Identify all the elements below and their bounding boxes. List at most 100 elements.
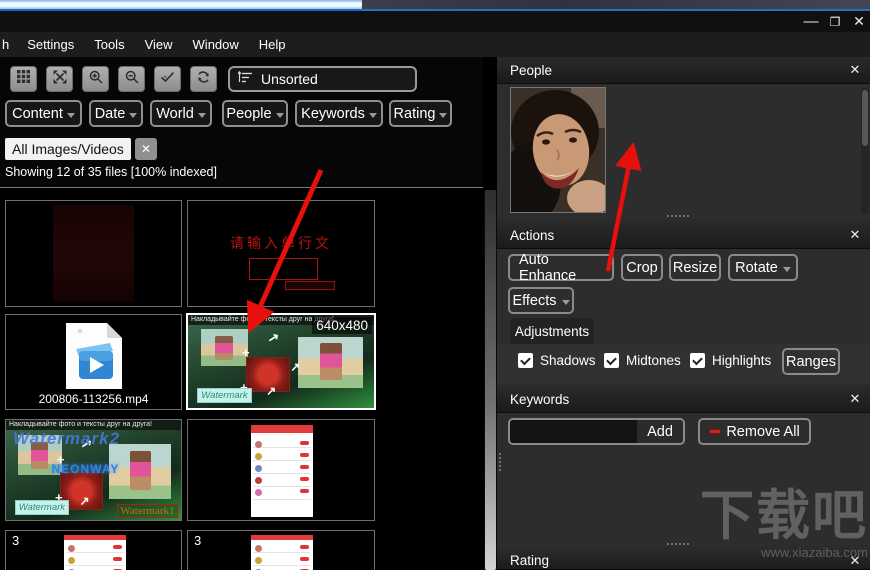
menu-item-clipped[interactable]: h xyxy=(0,32,17,57)
close-button[interactable]: ✕ xyxy=(846,11,870,32)
thumbnail-collage-watermarked[interactable]: Накладывайте фото и тексты друг на друга… xyxy=(5,419,182,521)
actions-panel-title: Actions xyxy=(510,227,555,243)
arrow-glyph: ↗ xyxy=(290,359,301,374)
midtones-checkbox-group[interactable]: Midtones xyxy=(604,353,681,368)
keywords-panel-header: Keywords ✕ xyxy=(497,386,870,413)
phone-list-rows xyxy=(253,543,311,570)
fullscreen-button[interactable] xyxy=(46,66,73,92)
filter-date-button[interactable]: Date xyxy=(89,100,143,127)
remove-all-keywords-button[interactable]: Remove All xyxy=(698,418,811,445)
filter-keywords-label: Keywords xyxy=(301,105,365,122)
chevron-down-icon xyxy=(197,113,206,118)
thumbnail-video-file[interactable]: 200806-113256.mp4 xyxy=(5,314,182,410)
close-keywords-panel-button[interactable]: ✕ xyxy=(844,386,866,412)
chevron-down-icon xyxy=(129,113,138,118)
video-file-icon xyxy=(65,323,122,394)
shadows-checkbox[interactable] xyxy=(518,353,533,368)
keyword-input[interactable] xyxy=(510,420,637,443)
person-face-thumbnail[interactable] xyxy=(510,87,606,213)
shadows-checkbox-group[interactable]: Shadows xyxy=(518,353,596,368)
effects-dropdown-button[interactable]: Effects xyxy=(508,287,574,314)
remove-filter-button[interactable]: ✕ xyxy=(135,138,157,160)
sort-icon xyxy=(237,70,253,87)
maximize-button[interactable]: ❐ xyxy=(822,11,848,32)
zoom-out-icon xyxy=(125,70,139,89)
people-panel-body xyxy=(497,84,870,218)
right-sidebar: People ✕ Actions ✕ Auto Enhance Crop Res… xyxy=(497,57,870,570)
menu-item-tools[interactable]: Tools xyxy=(84,32,134,57)
dark-red-image-content xyxy=(53,205,134,302)
menu-item-window[interactable]: Window xyxy=(183,32,249,57)
watermark-label: Watermark xyxy=(197,388,252,404)
ranges-button[interactable]: Ranges xyxy=(782,348,840,375)
select-button[interactable] xyxy=(154,66,181,92)
menu-item-settings[interactable]: Settings xyxy=(17,32,84,57)
actions-panel-header: Actions ✕ xyxy=(497,222,870,249)
collage-photo-small xyxy=(201,328,248,367)
red-small-caption xyxy=(284,280,336,291)
active-filter-tag[interactable]: All Images/Videos xyxy=(5,138,131,160)
resize-label: Resize xyxy=(672,259,718,276)
people-scrollbar-thumb[interactable] xyxy=(862,90,868,146)
status-text: Showing 12 of 35 files [100% indexed] xyxy=(5,165,217,179)
close-people-panel-button[interactable]: ✕ xyxy=(844,57,866,83)
refresh-button[interactable] xyxy=(190,66,217,92)
auto-enhance-label: Auto Enhance xyxy=(519,251,577,284)
close-rating-panel-button[interactable]: ✕ xyxy=(844,551,866,570)
menu-bar: h Settings Tools View Window Help xyxy=(0,32,870,57)
grid-scrollbar[interactable] xyxy=(484,190,497,570)
filter-world-label: World xyxy=(156,105,194,122)
highlights-checkbox-group[interactable]: Highlights xyxy=(690,353,771,368)
minimize-button[interactable]: — xyxy=(798,11,824,32)
filter-people-button[interactable]: People xyxy=(222,100,288,127)
arrow-glyph: ↗ xyxy=(266,328,281,346)
collage-image-content: Накладывайте фото и тексты друг на друга… xyxy=(6,420,181,520)
people-resize-handle[interactable] xyxy=(667,215,689,217)
phone-red-header xyxy=(251,425,313,434)
zoom-in-button[interactable] xyxy=(82,66,109,92)
crop-label: Crop xyxy=(626,259,658,276)
filter-content-button[interactable]: Content xyxy=(5,100,82,127)
thumbnail-collage-selected[interactable]: Накладывайте фото и тексты друг на друга… xyxy=(186,313,376,410)
midtones-label: Midtones xyxy=(626,353,681,368)
shadows-label: Shadows xyxy=(540,353,596,368)
midtones-checkbox[interactable] xyxy=(604,353,619,368)
thumbnail-stack[interactable]: 3 xyxy=(5,530,182,570)
close-actions-panel-button[interactable]: ✕ xyxy=(844,222,866,248)
menu-item-view[interactable]: View xyxy=(135,32,183,57)
auto-enhance-button[interactable]: Auto Enhance xyxy=(508,251,614,284)
arrow-glyph: ↗ xyxy=(79,494,90,508)
zoom-out-button[interactable] xyxy=(118,66,145,92)
resize-button[interactable]: Resize xyxy=(669,254,721,281)
sort-dropdown[interactable]: Unsorted xyxy=(228,66,417,92)
keywords-resize-handle[interactable] xyxy=(667,543,689,545)
collage-photo-large xyxy=(297,337,363,389)
phone-screenshot-content xyxy=(64,535,126,570)
people-panel-scrollbar[interactable] xyxy=(861,88,869,214)
thumbnail-dark-image[interactable] xyxy=(5,200,182,307)
phone-red-header xyxy=(251,535,313,541)
filter-rating-button[interactable]: Rating xyxy=(389,100,452,127)
thumbnail-stack[interactable]: 3 xyxy=(187,530,375,570)
rating-panel-title: Rating xyxy=(510,552,550,568)
crop-button[interactable]: Crop xyxy=(621,254,663,281)
phone-red-header xyxy=(64,535,126,541)
arrow-glyph: ↗ xyxy=(266,383,277,398)
panel-splitter-handle[interactable] xyxy=(499,453,501,471)
minus-icon xyxy=(709,429,722,434)
phone-screenshot-content xyxy=(251,535,313,570)
thumbnail-app-screenshot[interactable] xyxy=(187,419,375,521)
filter-people-label: People xyxy=(226,105,272,122)
grid-view-button[interactable] xyxy=(10,66,37,92)
filter-world-button[interactable]: World xyxy=(150,100,212,127)
chevron-down-icon xyxy=(782,267,791,272)
menu-item-help[interactable]: Help xyxy=(249,32,296,57)
add-keyword-button[interactable]: Add xyxy=(637,420,683,443)
thumbnail-chinese-text-image[interactable]: 请输入单行文 xyxy=(187,200,375,307)
adjustments-tab[interactable]: Adjustments xyxy=(510,318,594,344)
highlights-checkbox[interactable] xyxy=(690,353,705,368)
filter-keywords-button[interactable]: Keywords xyxy=(295,100,383,127)
grid-scrollbar-thumb[interactable] xyxy=(485,190,496,570)
phone-list-rows xyxy=(253,437,311,510)
rotate-dropdown-button[interactable]: Rotate xyxy=(728,254,798,281)
